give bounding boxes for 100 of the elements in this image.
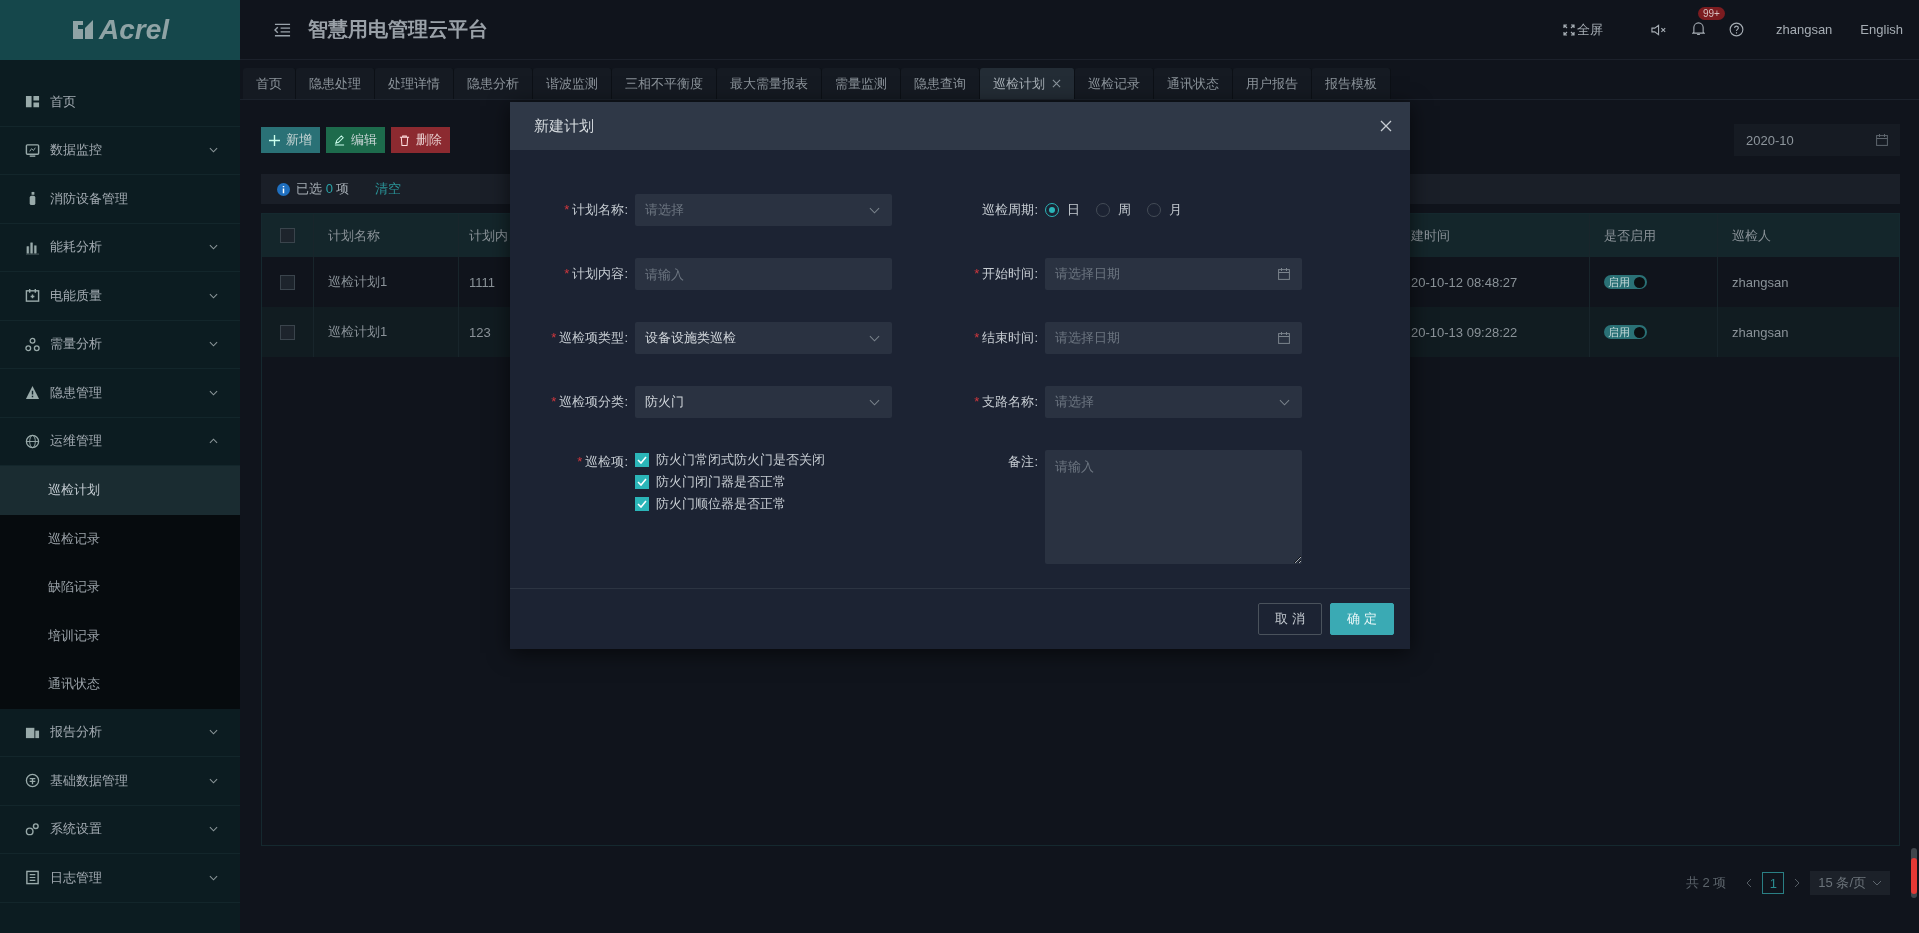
- tab[interactable]: 处理详情: [375, 68, 454, 99]
- app-title: 智慧用电管理云平台: [308, 17, 489, 42]
- tab[interactable]: 巡检计划: [980, 68, 1075, 99]
- previous-page-icon[interactable]: [1746, 878, 1753, 888]
- tab[interactable]: 隐患处理: [296, 68, 375, 99]
- calendar-icon: [25, 288, 40, 304]
- checkbox-option[interactable]: 防火门顺位器是否正常: [635, 495, 892, 513]
- tab[interactable]: 谐波监测: [533, 68, 612, 99]
- tab[interactable]: 报告模板: [1312, 68, 1391, 99]
- tab[interactable]: 通讯状态: [1154, 68, 1233, 99]
- check-icon: [637, 456, 647, 464]
- enabled-switch[interactable]: 启用: [1604, 275, 1647, 289]
- logo-icon: [70, 18, 95, 42]
- scrollbar: [1911, 848, 1917, 898]
- close-icon[interactable]: [1380, 120, 1392, 132]
- tab[interactable]: 巡检记录: [1075, 68, 1154, 99]
- sidebar-item[interactable]: 隐患管理: [0, 369, 240, 418]
- field-label: * 巡检项分类:: [551, 393, 628, 411]
- notification-badge: 99+: [1697, 6, 1725, 20]
- tab[interactable]: 需量监测: [822, 68, 901, 99]
- coin-icon: [25, 773, 40, 789]
- clear-link[interactable]: 清空: [375, 180, 402, 198]
- info-icon: [277, 182, 290, 196]
- select-all-checkbox[interactable]: [280, 228, 295, 243]
- total-count: 共 2 项: [1685, 874, 1727, 892]
- sidebar-subitem[interactable]: 巡检计划: [0, 466, 240, 515]
- sidebar-item[interactable]: 需量分析: [0, 320, 240, 369]
- sidebar-item[interactable]: 报告分析: [0, 708, 240, 757]
- input-field[interactable]: 请输入: [635, 258, 892, 290]
- calendar-icon: [1876, 134, 1888, 146]
- remarks-field[interactable]: 请输入: [1045, 450, 1302, 564]
- table-cell-text: 123: [468, 323, 492, 342]
- tab[interactable]: 隐患分析: [454, 68, 533, 99]
- checkbox-option[interactable]: 防火门闭门器是否正常: [635, 473, 892, 491]
- field-label: * 计划名称:: [564, 201, 628, 219]
- help-icon[interactable]: [1728, 22, 1744, 37]
- close-icon[interactable]: [1052, 79, 1061, 88]
- sidebar-item[interactable]: 首页: [0, 78, 240, 127]
- globe-icon: [25, 433, 40, 449]
- nodes-icon: [25, 336, 40, 352]
- table-cell-text: zhangsan: [1731, 273, 1790, 292]
- user-name[interactable]: zhangsan: [1775, 22, 1833, 37]
- fullscreen-button[interactable]: 全屏: [1562, 20, 1603, 39]
- bar-chart-icon: [25, 239, 40, 255]
- sidebar-item[interactable]: 系统设置: [0, 805, 240, 854]
- enabled-switch[interactable]: 启用: [1604, 325, 1647, 339]
- cancel-button[interactable]: 取 消: [1258, 603, 1322, 635]
- tab[interactable]: 首页: [243, 68, 296, 99]
- radio-option[interactable]: 月: [1147, 201, 1182, 219]
- sidebar-item[interactable]: 基础数据管理: [0, 757, 240, 806]
- tab[interactable]: 隐患查询: [901, 68, 980, 99]
- radio-option[interactable]: 周: [1096, 201, 1131, 219]
- selection-count: 已选 0 项: [296, 180, 350, 198]
- menu-icon[interactable]: [274, 22, 291, 37]
- sidebar-subitem[interactable]: 缺陷记录: [0, 563, 240, 612]
- table-cell-text: 1111: [468, 273, 497, 292]
- page-button[interactable]: 1: [1762, 872, 1785, 894]
- tab[interactable]: 最大需量报表: [717, 68, 822, 99]
- language-link[interactable]: English: [1860, 22, 1903, 37]
- field-label: * 巡检项:: [577, 453, 628, 471]
- add-button[interactable]: 新增: [261, 127, 320, 153]
- sidebar-item[interactable]: 电能质量: [0, 272, 240, 321]
- select-field[interactable]: 设备设施类巡检: [635, 322, 892, 354]
- check-icon: [637, 478, 647, 486]
- field-label: 巡检周期:: [982, 201, 1038, 219]
- radio-option[interactable]: 日: [1045, 201, 1080, 219]
- calendar-icon: [1278, 268, 1290, 280]
- table-cell-text: zhangsan: [1731, 323, 1790, 342]
- caret-icon: [869, 206, 880, 214]
- sidebar-item[interactable]: 消防设备管理: [0, 175, 240, 224]
- sidebar-subitem[interactable]: 巡检记录: [0, 514, 240, 563]
- row-checkbox[interactable]: [280, 324, 295, 340]
- checkbox-option[interactable]: 防火门常闭式防火门是否关闭: [635, 451, 892, 469]
- bell-icon[interactable]: [1691, 20, 1705, 36]
- mute-icon[interactable]: [1650, 22, 1668, 37]
- column-header: 巡检人: [1731, 226, 1772, 245]
- tab[interactable]: 用户报告: [1233, 68, 1312, 99]
- caret-icon: [869, 398, 880, 406]
- warning-icon: [25, 385, 40, 401]
- sidebar-item[interactable]: 数据监控: [0, 126, 240, 175]
- delete-button[interactable]: 删除: [391, 127, 450, 153]
- sidebar-subitem[interactable]: 通讯状态: [0, 660, 240, 709]
- sidebar-item[interactable]: 日志管理: [0, 854, 240, 903]
- month-picker[interactable]: 2020-10: [1734, 124, 1900, 156]
- field-label: * 巡检项类型:: [551, 329, 628, 347]
- select-field[interactable]: 防火门: [635, 386, 892, 418]
- sidebar-item[interactable]: 能耗分析: [0, 223, 240, 272]
- field-label: * 计划内容:: [564, 265, 628, 283]
- sidebar-subitem[interactable]: 培训记录: [0, 611, 240, 660]
- pencil-icon: [334, 134, 345, 146]
- next-page-icon[interactable]: [1794, 878, 1801, 888]
- field-label: * 开始时间:: [974, 265, 1038, 283]
- edit-button[interactable]: 编辑: [326, 127, 385, 153]
- tab[interactable]: 三相不平衡度: [612, 68, 717, 99]
- caret-icon: [1279, 398, 1290, 406]
- row-checkbox[interactable]: [280, 274, 295, 290]
- caret-icon: [1872, 880, 1882, 886]
- field-label: * 结束时间:: [974, 329, 1038, 347]
- fullscreen-icon: [1562, 23, 1575, 36]
- check-icon: [637, 500, 647, 508]
